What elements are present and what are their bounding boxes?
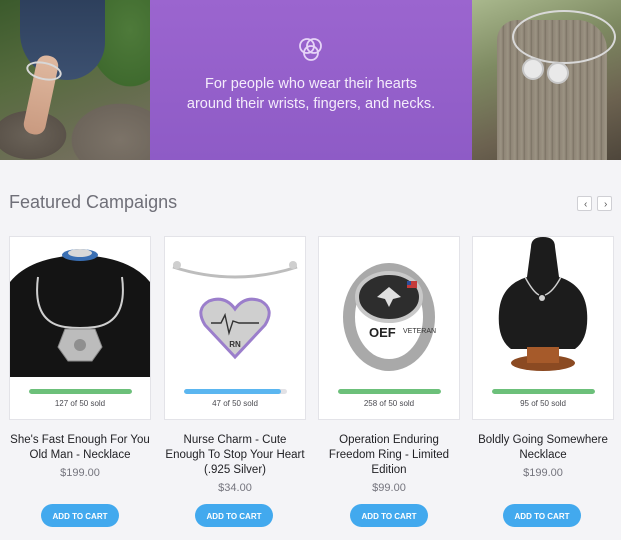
progress-track (338, 389, 441, 394)
product-card-box[interactable]: OEF VETERAN 258 of 50 sold (318, 236, 460, 420)
add-to-cart-button[interactable]: ADD TO CART (350, 504, 428, 527)
product-image-heart-bangle[interactable]: RN (165, 237, 305, 377)
hero-tagline: For people who wear their hearts around … (150, 74, 472, 114)
hero-tagline-line2: around their wrists, fingers, and necks. (186, 96, 436, 112)
product-card[interactable]: OEF VETERAN 258 of 50 sold Operation End… (318, 236, 460, 494)
rings-icon (299, 38, 322, 61)
product-title[interactable]: Operation Enduring Freedom Ring - Limite… (318, 433, 460, 478)
progress-fill (184, 389, 281, 394)
product-title[interactable]: Nurse Charm - Cute Enough To Stop Your H… (164, 433, 306, 478)
carousel-next-button[interactable]: › (597, 196, 612, 211)
product-image-veteran-ring[interactable]: OEF VETERAN (319, 237, 459, 377)
add-to-cart-button[interactable]: ADD TO CART (41, 504, 119, 527)
add-to-cart-button[interactable]: ADD TO CART (195, 504, 273, 527)
sold-count: 258 of 50 sold (363, 399, 415, 408)
hero-tagline-line1: For people who wear their hearts (205, 76, 417, 92)
svg-text:OEF: OEF (369, 325, 396, 340)
sold-count: 127 of 50 sold (54, 399, 106, 408)
progress-fill (338, 389, 441, 394)
product-card-box[interactable]: RN 47 of 50 sold (164, 236, 306, 420)
progress-fill (492, 389, 595, 394)
product-price: $34.00 (218, 482, 252, 494)
hero-photo-right (472, 0, 621, 160)
product-card-box[interactable]: 95 of 50 sold (472, 236, 614, 420)
product-card-box[interactable]: 127 of 50 sold (9, 236, 151, 420)
sold-count: 47 of 50 sold (212, 399, 258, 408)
hero-tagline-panel: For people who wear their hearts around … (150, 0, 472, 160)
product-price: $199.00 (523, 467, 563, 479)
progress-track (184, 389, 287, 394)
hero-photo-left (0, 0, 150, 160)
svg-text:RN: RN (229, 340, 241, 349)
product-title[interactable]: She's Fast Enough For You Old Man - Neck… (9, 433, 151, 463)
svg-text:VETERAN: VETERAN (403, 328, 436, 335)
hero-banner: For people who wear their hearts around … (0, 0, 621, 160)
product-image-bust-necklace[interactable] (473, 237, 613, 377)
product-price: $99.00 (372, 482, 406, 494)
progress-track (29, 389, 132, 394)
add-to-cart-button[interactable]: ADD TO CART (503, 504, 581, 527)
progress-track (492, 389, 595, 394)
featured-campaigns-title: Featured Campaigns (9, 192, 178, 212)
progress-fill (29, 389, 132, 394)
product-title[interactable]: Boldly Going Somewhere Necklace (472, 433, 614, 463)
carousel-prev-button[interactable]: ‹ (577, 196, 592, 211)
sold-count: 95 of 50 sold (520, 399, 566, 408)
product-price: $199.00 (60, 467, 100, 479)
product-image-spaceship-necklace[interactable] (10, 237, 150, 377)
product-card[interactable]: RN 47 of 50 sold Nurse Charm - Cute Enou… (164, 236, 306, 494)
product-card[interactable]: 127 of 50 sold She's Fast Enough For You… (9, 236, 151, 479)
product-card[interactable]: 95 of 50 sold Boldly Going Somewhere Nec… (472, 236, 614, 479)
